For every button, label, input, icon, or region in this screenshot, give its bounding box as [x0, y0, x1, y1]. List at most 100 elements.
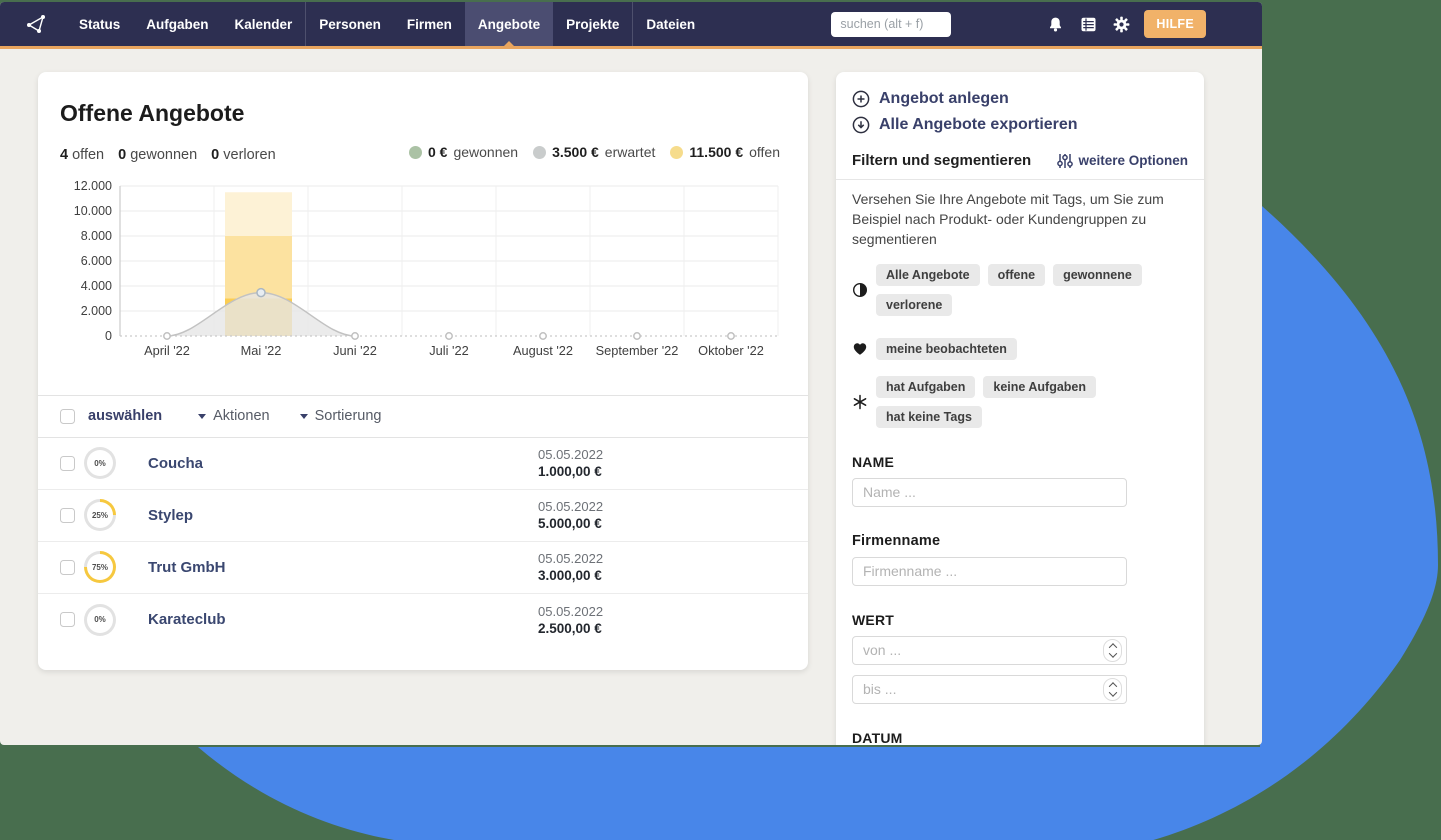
tag-group-tasks: hat Aufgaben keine Aufgaben hat keine Ta…	[852, 376, 1188, 428]
svg-text:Oktober '22: Oktober '22	[698, 343, 764, 358]
nav-item-dateien[interactable]: Dateien	[633, 2, 708, 46]
gear-icon[interactable]	[1113, 16, 1130, 33]
half-circle-icon	[852, 282, 876, 298]
stat-lost: 0 verloren	[211, 147, 276, 163]
asterisk-icon	[852, 394, 876, 410]
more-options-link[interactable]: weitere Optionen	[1057, 153, 1188, 169]
offer-name-link[interactable]: Stylep	[148, 507, 193, 524]
peak-point-marker[interactable]	[257, 288, 265, 296]
offer-name-link[interactable]: Trut GmbH	[148, 559, 226, 576]
svg-text:8.000: 8.000	[81, 229, 112, 243]
probability-ring: 0%	[84, 447, 116, 479]
select-all-checkbox[interactable]	[60, 409, 75, 424]
tag-gewonnene[interactable]: gewonnene	[1053, 264, 1142, 286]
nav-accent-bar	[0, 46, 1262, 49]
tag-offene[interactable]: offene	[988, 264, 1046, 286]
company-filter-input[interactable]	[852, 557, 1127, 586]
chevron-down-icon	[198, 414, 206, 419]
row-checkbox[interactable]	[60, 560, 75, 575]
value-from-stepper[interactable]	[1103, 639, 1122, 662]
legend-dot-expected	[533, 146, 546, 159]
tag-alle-angebote[interactable]: Alle Angebote	[876, 264, 980, 286]
value-from-input[interactable]	[852, 636, 1127, 665]
row-checkbox[interactable]	[60, 508, 75, 523]
legend-dot-won	[409, 146, 422, 159]
offer-name-link[interactable]: Coucha	[148, 455, 203, 472]
offers-chart: 12.000 10.000 8.000 6.000 4.000 2.000 0 …	[60, 178, 808, 360]
sidebar-divider	[836, 179, 1204, 180]
name-filter-input[interactable]	[852, 478, 1127, 507]
offer-date: 05.05.2022	[538, 499, 603, 514]
svg-text:Mai '22: Mai '22	[241, 343, 282, 358]
sliders-icon	[1057, 153, 1073, 169]
nav-item-personen[interactable]: Personen	[306, 2, 394, 46]
table-row: 75% Trut GmbH 05.05.2022 3.000,00 €	[38, 542, 808, 594]
svg-text:Juni '22: Juni '22	[333, 343, 377, 358]
svg-text:August '22: August '22	[513, 343, 573, 358]
x-axis-ticks: April '22 Mai '22 Juni '22 Juli '22 Augu…	[144, 343, 764, 358]
svg-text:2.000: 2.000	[81, 304, 112, 318]
svg-text:4.000: 4.000	[81, 279, 112, 293]
legend-item-expected: 3.500 € erwartet	[533, 144, 655, 160]
svg-text:September '22: September '22	[596, 343, 679, 358]
stat-won: 0 gewonnen	[118, 147, 197, 163]
create-offer-link[interactable]: Angebot anlegen	[852, 72, 1188, 108]
nav-item-status[interactable]: Status	[66, 2, 133, 46]
table-row: 25% Stylep 05.05.2022 5.000,00 €	[38, 490, 808, 542]
tag-keine-aufgaben[interactable]: keine Aufgaben	[983, 376, 1096, 398]
tag-hat-keine-tags[interactable]: hat keine Tags	[876, 406, 982, 428]
top-nav: Status Aufgaben Kalender Personen Firmen…	[0, 2, 1262, 46]
table-icon[interactable]	[1080, 16, 1097, 33]
company-label: Firmenname	[852, 533, 1188, 549]
row-checkbox[interactable]	[60, 456, 75, 471]
stat-open: 4 offen	[60, 147, 104, 163]
offers-panel: Offene Angebote 4 offen 0 gewonnen 0 ver…	[38, 72, 808, 670]
chevron-down-icon	[300, 414, 308, 419]
filter-sidebar: Angebot anlegen Alle Angebote exportiere…	[836, 72, 1204, 745]
nav-item-kalender[interactable]: Kalender	[222, 2, 306, 46]
stats-row: 4 offen 0 gewonnen 0 verloren 0 € gewonn…	[60, 144, 780, 163]
tag-hat-aufgaben[interactable]: hat Aufgaben	[876, 376, 975, 398]
offer-value: 1.000,00 €	[538, 464, 603, 479]
tag-meine-beobachteten[interactable]: meine beobachteten	[876, 338, 1017, 360]
bell-icon[interactable]	[1047, 16, 1064, 33]
app-logo-icon[interactable]	[26, 13, 48, 35]
export-offers-link[interactable]: Alle Angebote exportieren	[852, 116, 1188, 134]
value-to-stepper[interactable]	[1103, 678, 1122, 701]
probability-ring: 75%	[84, 551, 116, 583]
filter-description: Versehen Sie Ihre Angebote mit Tags, um …	[852, 190, 1188, 250]
offer-meta: 05.05.2022 5.000,00 €	[538, 499, 603, 531]
page-title: Offene Angebote	[60, 100, 780, 127]
value-to-input[interactable]	[852, 675, 1127, 704]
offer-value: 2.500,00 €	[538, 621, 603, 636]
offer-meta: 05.05.2022 2.500,00 €	[538, 604, 603, 636]
tag-group-watched: meine beobachteten	[852, 338, 1188, 360]
search-input[interactable]	[831, 12, 951, 37]
tag-group-status: Alle Angebote offene gewonnene verlorene	[852, 264, 1188, 316]
offer-value: 5.000,00 €	[538, 516, 603, 531]
svg-text:April '22: April '22	[144, 343, 190, 358]
y-axis-ticks: 12.000 10.000 8.000 6.000 4.000 2.000 0	[74, 179, 112, 343]
nav-item-firmen[interactable]: Firmen	[394, 2, 465, 46]
tag-verlorene[interactable]: verlorene	[876, 294, 952, 316]
svg-text:Juli '22: Juli '22	[429, 343, 468, 358]
table-row: 0% Coucha 05.05.2022 1.000,00 €	[38, 438, 808, 490]
offer-date: 05.05.2022	[538, 604, 603, 619]
chevron-down-icon	[1108, 649, 1116, 657]
chevron-down-icon	[1108, 688, 1116, 696]
probability-ring: 25%	[84, 499, 116, 531]
nav-item-aufgaben[interactable]: Aufgaben	[133, 2, 221, 46]
legend-item-won: 0 € gewonnen	[409, 144, 518, 160]
table-row: 0% Karateclub 05.05.2022 2.500,00 €	[38, 594, 808, 646]
row-checkbox[interactable]	[60, 612, 75, 627]
nav-item-projekte[interactable]: Projekte	[553, 2, 632, 46]
offer-name-link[interactable]: Karateclub	[148, 611, 226, 628]
svg-text:6.000: 6.000	[81, 254, 112, 268]
actions-dropdown[interactable]: Aktionen	[198, 408, 269, 424]
offer-date: 05.05.2022	[538, 551, 603, 566]
help-button[interactable]: HILFE	[1144, 10, 1206, 38]
nav-item-angebote-active[interactable]: Angebote	[465, 2, 553, 46]
value-label: WERT	[852, 612, 1188, 628]
select-all-label[interactable]: auswählen	[88, 408, 162, 424]
sort-dropdown[interactable]: Sortierung	[300, 408, 382, 424]
